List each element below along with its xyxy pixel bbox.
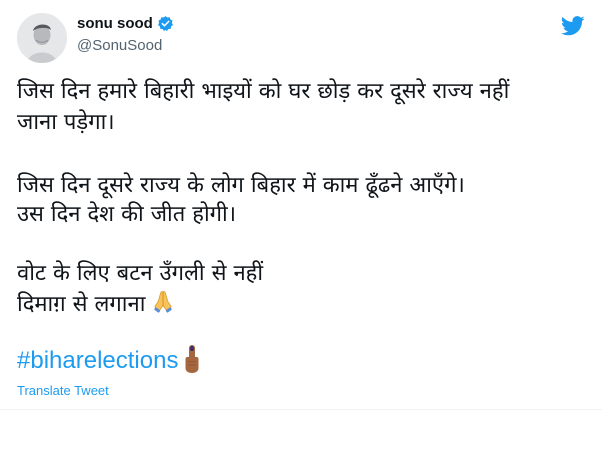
tweet-text-line: जिस दिन दूसरे राज्य के लोग बिहार में काम… [17,173,465,198]
inked-finger-emoji [182,344,202,378]
twitter-bird-icon[interactable] [560,16,585,36]
tweet-text-line: जाना पड़ेगा। [17,110,115,135]
tweet-text-line: वोट के लिए बटन उँगली से नहीं [17,261,264,286]
folded-hands-emoji [151,289,175,320]
translate-tweet-link[interactable]: Translate Tweet [17,383,109,398]
avatar[interactable] [17,13,67,63]
tweet-card: sonu sood @SonuSood जिस दिन हमारे बिहारी… [0,0,602,410]
author-handle[interactable]: @SonuSood [77,37,162,54]
tweet-text-line: जिस दिन हमारे बिहारी भाइयों को घर छोड़ क… [17,79,510,104]
hashtag-row: #biharelections [17,344,202,378]
verified-badge-icon [157,15,174,32]
tweet-text-line: दिमाग़ से लगाना [17,292,146,317]
tweet-text-line: उस दिन देश की जीत होगी। [17,202,237,227]
hashtag-link[interactable]: #biharelections [17,347,178,375]
author-name-row[interactable]: sonu sood [77,15,174,32]
author-name[interactable]: sonu sood [77,15,153,32]
tweet-text-line-with-emoji: दिमाग़ से लगाना [17,289,592,320]
